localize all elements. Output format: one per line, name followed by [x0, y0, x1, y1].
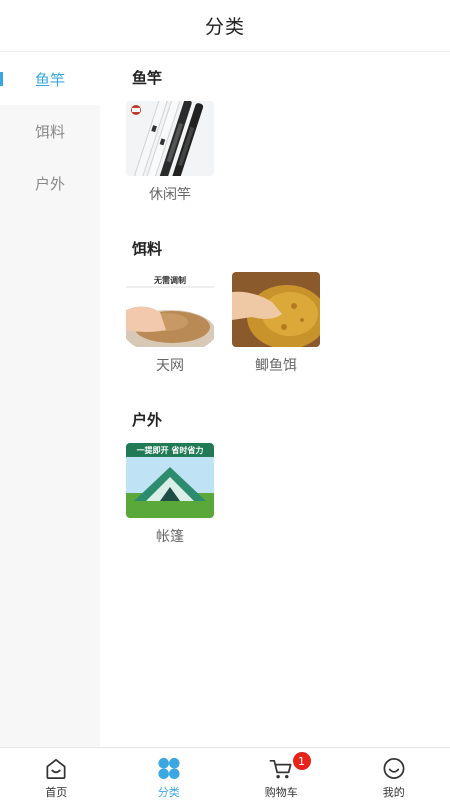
image-caption: 一提即开 省时省力: [136, 446, 204, 455]
sidebar-item-bait[interactable]: 饵料: [0, 105, 100, 157]
category-group-rods: 鱼竿 休闲竿: [100, 53, 450, 204]
image-caption: 无需调制: [154, 276, 186, 285]
product-card[interactable]: 一提即开 省时省力 帐篷: [126, 443, 214, 546]
profile-icon: [383, 758, 405, 779]
product-name: 鲫鱼饵: [255, 358, 297, 374]
product-card[interactable]: 休闲竿: [126, 101, 214, 204]
tab-label: 分类: [157, 786, 180, 799]
bottom-tabbar: 首页 分类 1 购物车 我的: [0, 747, 450, 800]
category-group-outdoor: 户外 一提即开 省时省力 帐篷: [100, 395, 450, 546]
category-icon: [158, 757, 180, 780]
product-name: 休闲竿: [149, 187, 191, 203]
product-card[interactable]: 无需调制 天网: [126, 272, 214, 375]
bait-in-bowl-photo: 无需调制: [126, 272, 214, 347]
yellow-bait-photo: [232, 272, 320, 347]
product-name: 天网: [156, 358, 184, 374]
page-header: 分类: [0, 0, 450, 52]
cart-count-badge: 1: [292, 752, 311, 770]
home-icon: [46, 758, 66, 779]
tab-category[interactable]: 分类: [113, 748, 226, 800]
group-title: 户外: [132, 410, 163, 429]
sidebar-item-label: 饵料: [34, 122, 65, 141]
category-group-bait: 饵料 无需调制 天网 鲫鱼饵: [100, 224, 450, 375]
product-content: 鱼竿 休闲竿 饵料 无需调制 天网 鲫鱼饵 户外 一提即开 省时省力 帐篷: [100, 53, 450, 747]
sidebar-item-rods[interactable]: 鱼竿: [0, 53, 100, 105]
tab-cart[interactable]: 1 购物车: [225, 748, 338, 800]
page-title: 分类: [204, 16, 245, 38]
group-title: 饵料: [132, 239, 163, 258]
tab-label: 我的: [382, 786, 405, 799]
tab-home[interactable]: 首页: [0, 748, 113, 800]
sidebar-item-outdoor[interactable]: 户外: [0, 157, 100, 209]
fishing-rod-photo: [126, 101, 214, 176]
product-name: 帐篷: [156, 529, 184, 545]
product-card[interactable]: 鲫鱼饵: [232, 272, 320, 375]
sidebar-item-label: 户外: [34, 174, 65, 193]
tab-label: 购物车: [264, 786, 298, 799]
app-root: 分类 鱼竿 饵料 户外 鱼竿 休闲竿 饵料 无需调制 天网 鲫鱼饵 户外 一提即…: [0, 0, 450, 800]
category-sidebar: 鱼竿 饵料 户外: [0, 53, 100, 747]
tent-photo: 一提即开 省时省力: [126, 443, 214, 518]
group-title: 鱼竿: [132, 68, 163, 87]
cart-icon: [269, 759, 292, 779]
tab-profile[interactable]: 我的: [338, 748, 450, 800]
sidebar-item-label: 鱼竿: [34, 70, 65, 89]
tab-label: 首页: [45, 786, 68, 799]
